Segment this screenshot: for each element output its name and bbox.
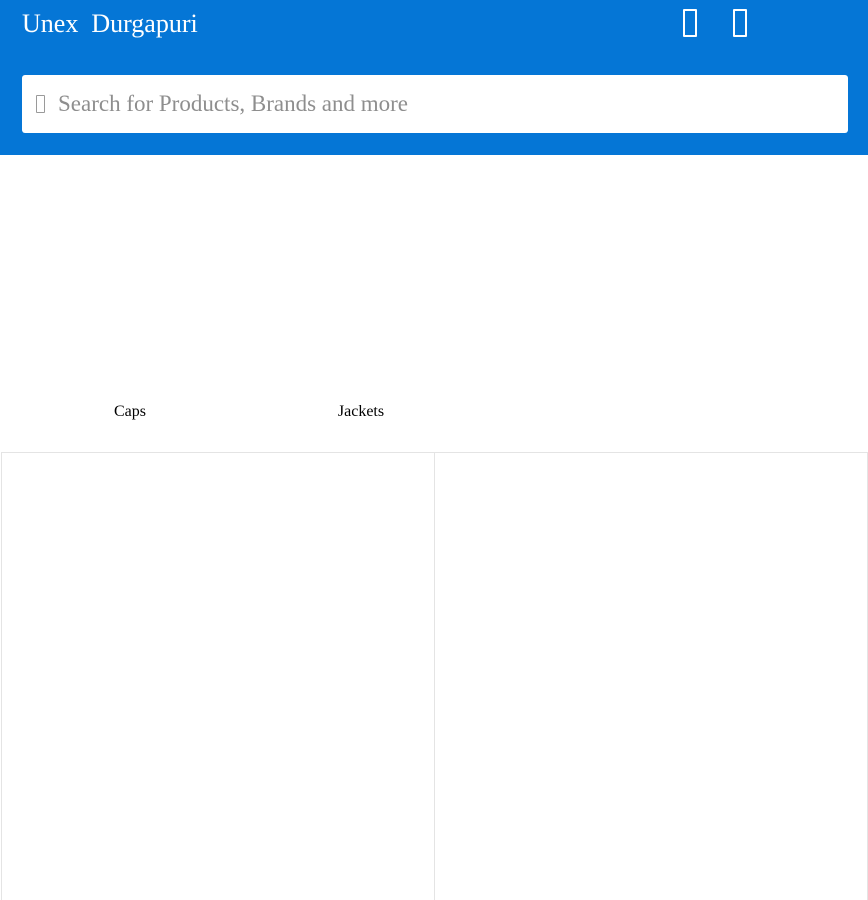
search-icon [36,95,45,113]
search-input[interactable] [58,75,838,133]
category-jackets[interactable]: Jackets [281,402,441,422]
app-header: Unex Durgapuri [0,0,868,155]
category-caps[interactable]: Caps [50,402,210,422]
product-card[interactable] [1,452,435,900]
header-action-icon-2[interactable] [733,9,747,37]
search-bar[interactable] [22,75,848,133]
header-action-icon[interactable] [683,9,697,37]
product-card[interactable] [434,452,868,900]
store-title[interactable]: Unex Durgapuri [22,8,198,40]
